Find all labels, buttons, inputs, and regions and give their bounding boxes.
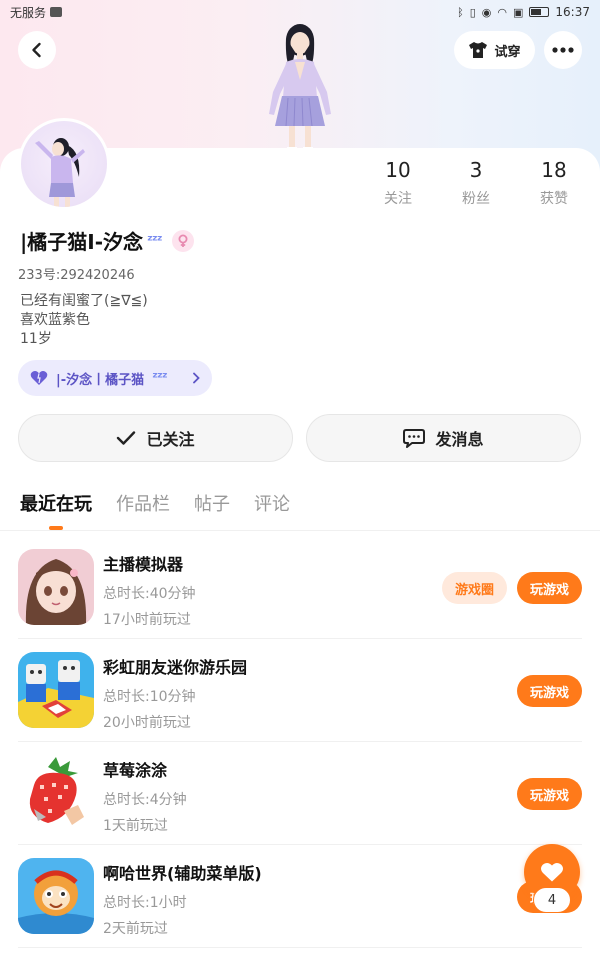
chevron-right-icon bbox=[193, 372, 200, 384]
send-message-label: 发消息 bbox=[435, 430, 484, 449]
followed-button[interactable]: 已关注 bbox=[18, 414, 293, 462]
profile-tabs: 最近在玩 作品栏 帖子 评论 bbox=[20, 490, 290, 530]
vibrate-icon: ▯ bbox=[469, 5, 476, 19]
stat-value: 10 bbox=[385, 158, 411, 182]
club-tag[interactable]: |-汐念丨橘子猫 ᶻᶻᶻ bbox=[18, 360, 212, 396]
game-list: 主播模拟器 总时长:40分钟 17小时前玩过 游戏圈 玩游戏 彩虹朋友迷你游乐园 bbox=[0, 536, 600, 948]
game-duration: 总时长:40分钟 bbox=[103, 586, 196, 602]
message-icon bbox=[50, 7, 63, 17]
game-info: 主播模拟器 总时长:40分钟 17小时前玩过 bbox=[103, 551, 196, 629]
sleep-icon: ᶻᶻᶻ bbox=[147, 232, 163, 249]
game-name: 啊哈世界(辅助菜单版) bbox=[103, 864, 262, 883]
more-icon bbox=[552, 47, 574, 53]
wifi-icon: ◠ bbox=[497, 5, 507, 19]
tryon-label: 试穿 bbox=[494, 44, 521, 60]
stat-value: 3 bbox=[469, 158, 483, 182]
game-duration: 总时长:10分钟 bbox=[103, 689, 196, 705]
stat-label: 关注 bbox=[384, 191, 412, 207]
avatar-image bbox=[35, 138, 85, 207]
game-name: 主播模拟器 bbox=[103, 555, 184, 574]
tryon-button[interactable]: 试穿 bbox=[454, 31, 535, 69]
divider bbox=[0, 530, 600, 531]
status-time: 16:37 bbox=[555, 5, 590, 19]
game-row[interactable]: 草莓涂涂 总时长:4分钟 1天前玩过 玩游戏 bbox=[18, 742, 582, 845]
heart-icon bbox=[30, 371, 48, 385]
stat-following[interactable]: 10 关注 bbox=[360, 158, 436, 208]
game-row[interactable]: 主播模拟器 总时长:40分钟 17小时前玩过 游戏圈 玩游戏 bbox=[18, 536, 582, 639]
bio-line: 11岁 bbox=[20, 331, 52, 347]
stat-value: 18 bbox=[541, 158, 567, 182]
stat-likes[interactable]: 18 获赞 bbox=[516, 158, 592, 208]
game-last-played: 2天前玩过 bbox=[103, 921, 168, 937]
heart-icon bbox=[541, 862, 563, 882]
game-duration: 总时长:1小时 bbox=[103, 895, 187, 911]
shirt-icon bbox=[469, 42, 488, 58]
checkmark-icon bbox=[117, 431, 136, 445]
lock-icon: ▣ bbox=[513, 5, 524, 19]
game-row[interactable]: 啊哈世界(辅助菜单版) 总时长:1小时 2天前玩过 玩游戏 bbox=[18, 845, 582, 948]
chat-bubble-icon bbox=[403, 429, 426, 448]
tab-posts[interactable]: 帖子 bbox=[194, 490, 230, 530]
battery-icon bbox=[529, 7, 550, 17]
bio-line: 喜欢蓝紫色 bbox=[20, 312, 90, 328]
game-name: 彩虹朋友迷你游乐园 bbox=[103, 658, 248, 677]
game-icon-streamer-simulator[interactable] bbox=[18, 549, 94, 625]
game-circle-button[interactable]: 游戏圈 bbox=[442, 572, 507, 604]
game-info: 彩虹朋友迷你游乐园 总时长:10分钟 20小时前玩过 bbox=[103, 654, 247, 732]
bluetooth-icon: ᛒ bbox=[457, 5, 464, 19]
stat-label: 获赞 bbox=[540, 191, 568, 207]
game-last-played: 20小时前玩过 bbox=[103, 715, 191, 731]
game-icon-aha-world[interactable] bbox=[18, 858, 94, 934]
character-avatar-figure[interactable] bbox=[255, 22, 345, 150]
tab-works[interactable]: 作品栏 bbox=[116, 490, 170, 530]
username-row: |橘子猫I-汐念 ᶻᶻᶻ bbox=[20, 226, 194, 255]
carrier-label: 无服务 bbox=[10, 5, 47, 20]
username: |橘子猫I-汐念 bbox=[20, 230, 144, 254]
status-bar: 无服务 ᛒ ▯ ◉ ◠ ▣ 16:37 bbox=[0, 0, 600, 24]
followed-label: 已关注 bbox=[146, 430, 195, 449]
stats-row: 10 关注 3 粉丝 18 获赞 bbox=[360, 158, 592, 208]
tab-recently-played[interactable]: 最近在玩 bbox=[20, 490, 92, 530]
chevron-left-icon bbox=[32, 42, 41, 58]
game-last-played: 17小时前玩过 bbox=[103, 612, 191, 628]
game-row[interactable]: 彩虹朋友迷你游乐园 总时长:10分钟 20小时前玩过 玩游戏 bbox=[18, 639, 582, 742]
gender-badge bbox=[171, 229, 194, 252]
play-game-button[interactable]: 玩游戏 bbox=[517, 572, 582, 604]
play-game-button[interactable]: 玩游戏 bbox=[517, 675, 582, 707]
game-icon-strawberry-paint[interactable] bbox=[18, 755, 94, 831]
bio-line: 已经有闺蜜了(≧∇≦) bbox=[20, 293, 148, 309]
back-button[interactable] bbox=[18, 31, 56, 69]
game-icon-rainbow-friends[interactable] bbox=[18, 652, 94, 728]
game-info: 草莓涂涂 总时长:4分钟 1天前玩过 bbox=[103, 757, 187, 835]
club-tag-label: |-汐念丨橘子猫 bbox=[56, 372, 145, 388]
bio: 已经有闺蜜了(≧∇≦) 喜欢蓝紫色 11岁 bbox=[20, 292, 148, 349]
game-name: 草莓涂涂 bbox=[103, 761, 168, 780]
female-icon bbox=[178, 234, 188, 247]
game-duration: 总时长:4分钟 bbox=[103, 792, 187, 808]
game-last-played: 1天前玩过 bbox=[103, 818, 168, 834]
stat-label: 粉丝 bbox=[462, 191, 490, 207]
tab-comments[interactable]: 评论 bbox=[254, 490, 290, 530]
stat-fans[interactable]: 3 粉丝 bbox=[438, 158, 514, 208]
eye-icon: ◉ bbox=[481, 5, 492, 19]
avatar[interactable] bbox=[18, 118, 110, 210]
more-button[interactable] bbox=[544, 31, 582, 69]
sleep-icon: ᶻᶻᶻ bbox=[152, 370, 168, 386]
send-message-button[interactable]: 发消息 bbox=[306, 414, 581, 462]
user-id: 233号:292420246 bbox=[18, 268, 135, 283]
like-count-badge: 4 bbox=[533, 887, 571, 913]
play-game-button[interactable]: 玩游戏 bbox=[517, 778, 582, 810]
game-info: 啊哈世界(辅助菜单版) 总时长:1小时 2天前玩过 bbox=[103, 860, 262, 938]
